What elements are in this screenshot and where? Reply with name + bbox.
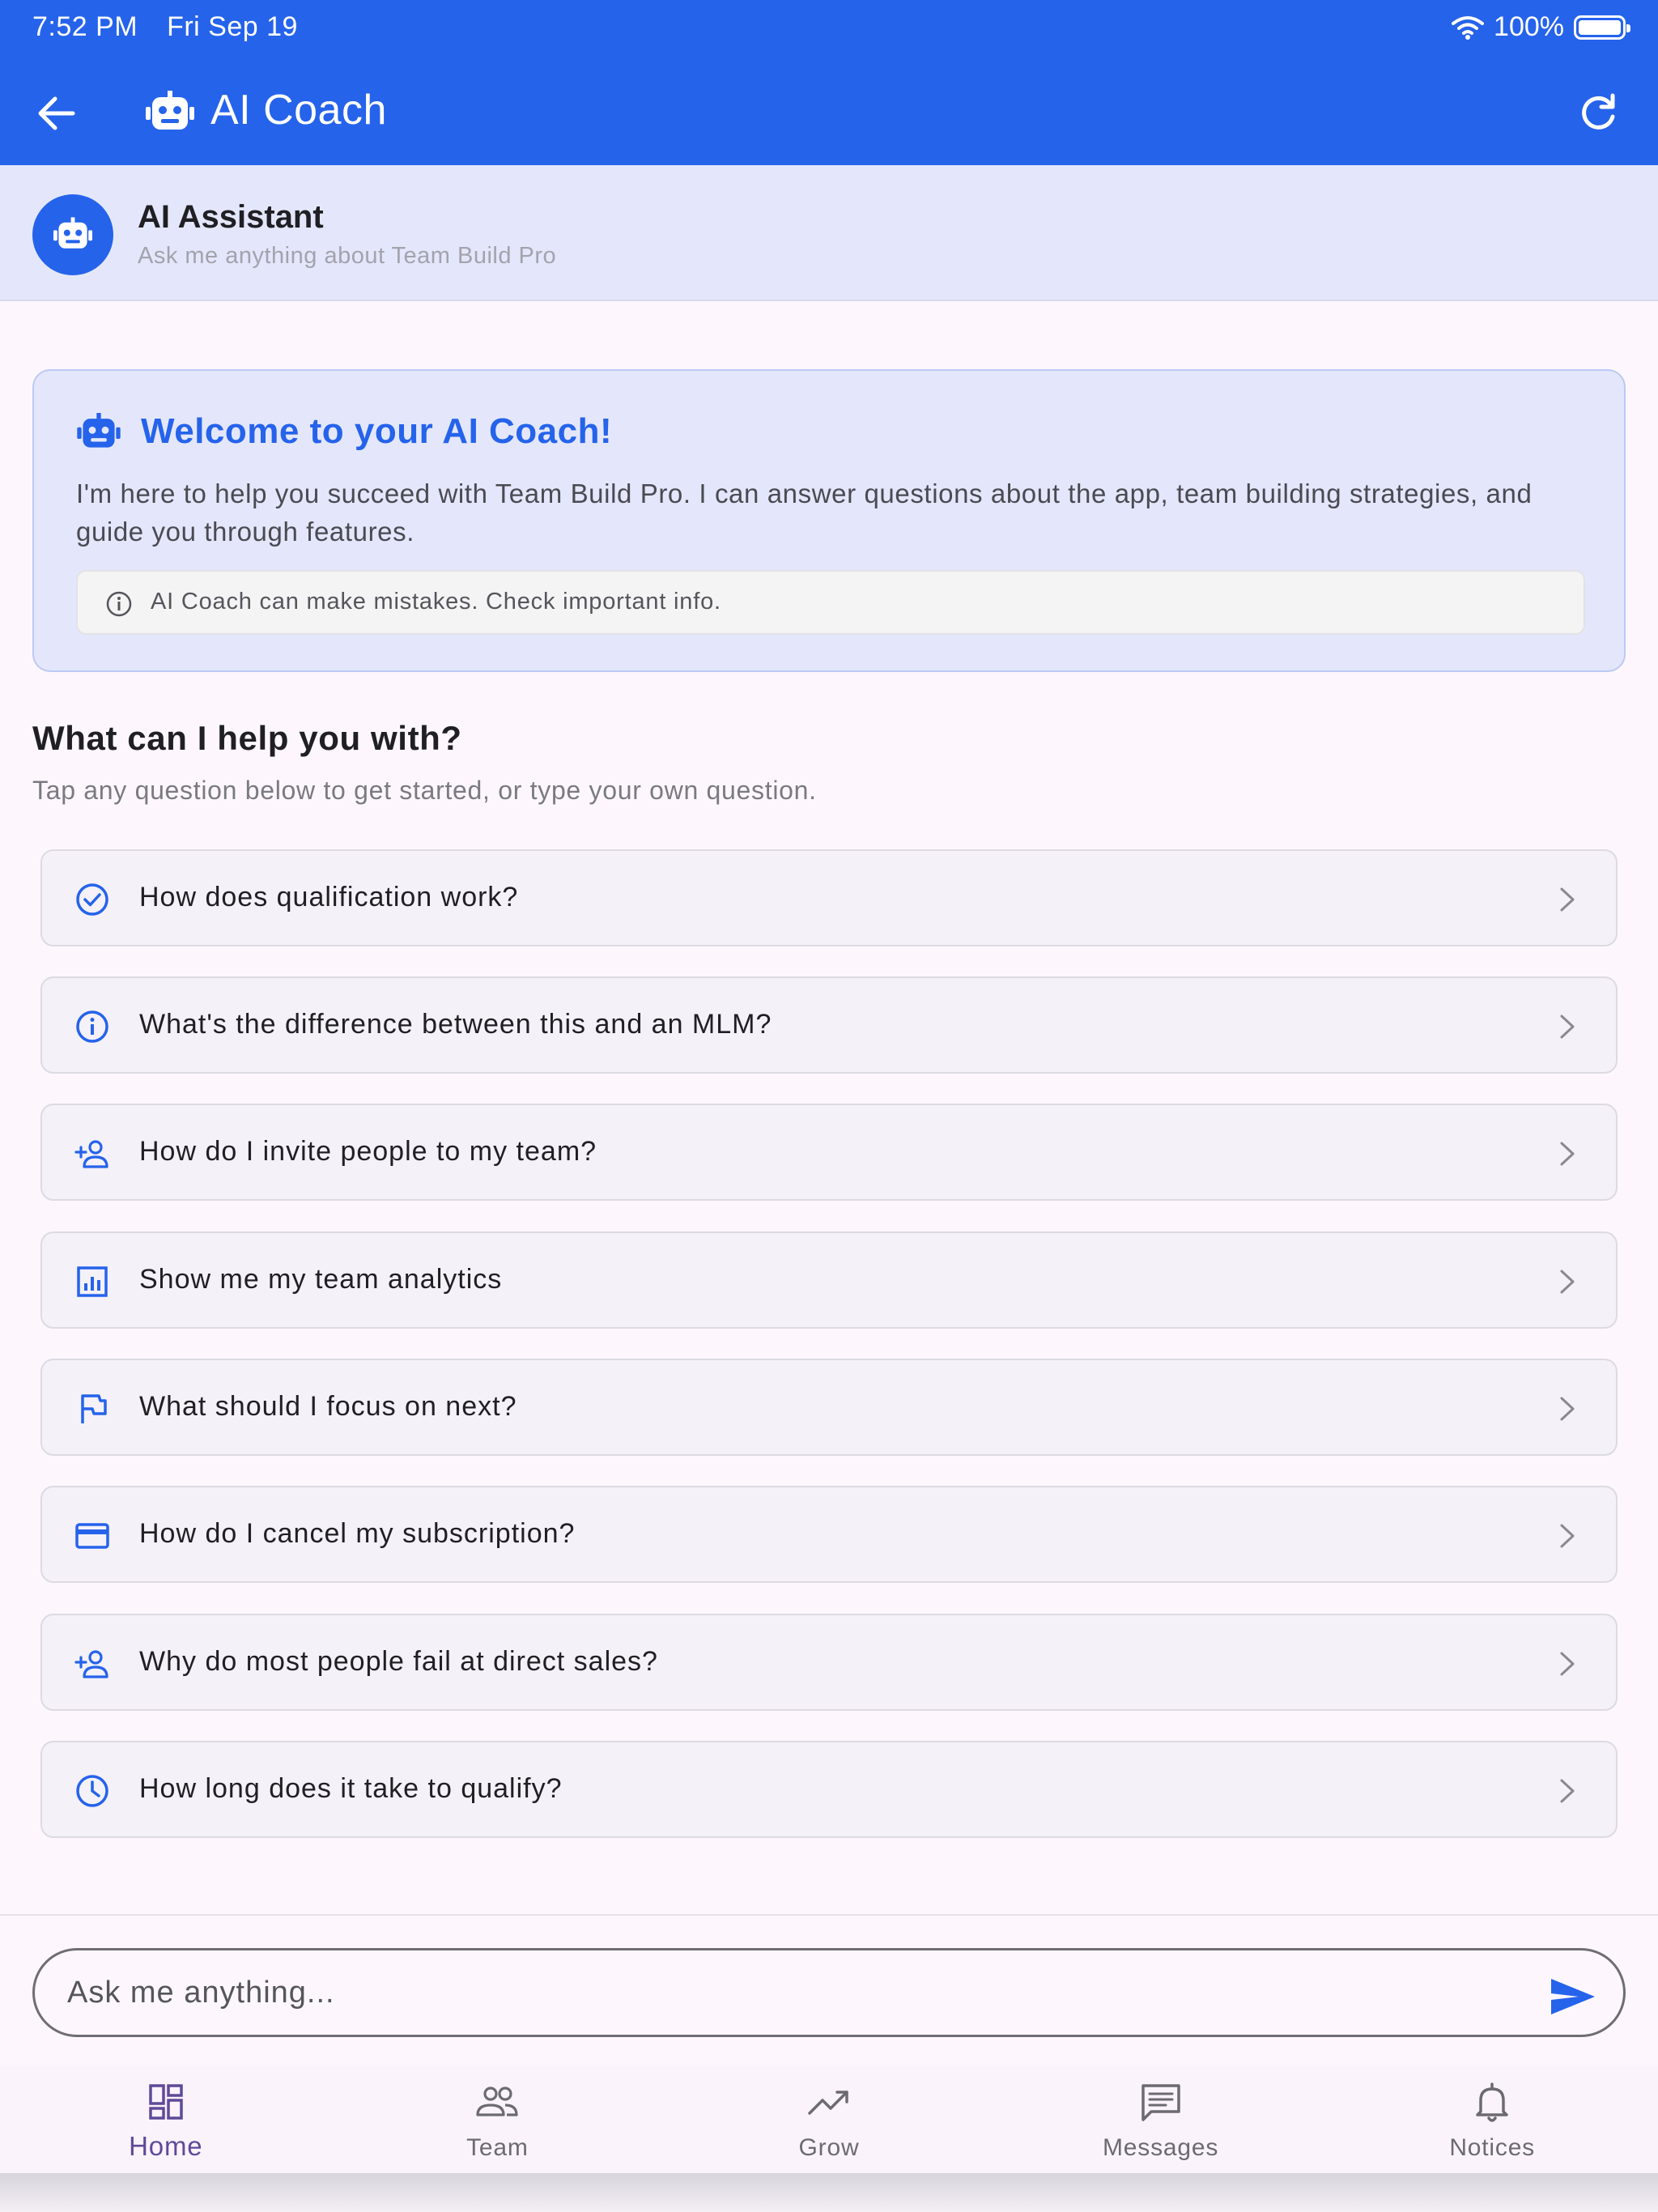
question-label: What should I focus on next? <box>139 1391 517 1422</box>
question-card[interactable]: Show me my team analytics <box>40 1231 1618 1329</box>
bottom-navigation: Home Team Grow Messages Notices <box>0 2065 1658 2173</box>
question-card[interactable]: What should I focus on next? <box>40 1359 1618 1456</box>
chevron-right-icon <box>1560 1652 1575 1676</box>
nav-label: Team <box>466 2134 529 2161</box>
chevron-right-icon <box>1560 1270 1575 1294</box>
chat-input-area <box>0 1914 1658 2065</box>
wifi-icon <box>1452 15 1485 40</box>
page-title: AI Coach <box>210 87 387 134</box>
assistant-subtitle: Ask me anything about Team Build Pro <box>138 243 557 269</box>
nav-label: Home <box>129 2131 203 2161</box>
nav-item-messages[interactable]: Messages <box>995 2065 1327 2173</box>
chevron-right-icon <box>1560 1142 1575 1166</box>
assistant-name: AI Assistant <box>138 199 324 235</box>
people-icon <box>476 2087 518 2116</box>
chevron-right-icon <box>1560 887 1575 912</box>
analytics-icon <box>77 1266 108 1297</box>
nav-item-home[interactable]: Home <box>0 2065 332 2173</box>
question-card[interactable]: How does qualification work? <box>40 849 1618 946</box>
question-label: What's the difference between this and a… <box>139 1009 772 1040</box>
chevron-right-icon <box>1560 1397 1575 1421</box>
chevron-right-icon <box>1560 1779 1575 1803</box>
home-indicator-area <box>0 2173 1658 2212</box>
status-bar-right: 100% <box>1452 11 1630 43</box>
back-arrow-icon[interactable] <box>32 91 81 136</box>
app-bar: 7:52 PM Fri Sep 19 100% AI Coach <box>0 0 1658 165</box>
chevron-right-icon <box>1560 1015 1575 1039</box>
nav-label: Grow <box>798 2134 860 2161</box>
robot-icon <box>77 413 121 448</box>
question-label: How do I invite people to my team? <box>139 1136 597 1167</box>
person-add-icon <box>74 1140 108 1168</box>
robot-icon <box>53 217 92 249</box>
check-circle-icon <box>76 883 108 916</box>
question-card[interactable]: How long does it take to qualify? <box>40 1741 1618 1838</box>
nav-item-team[interactable]: Team <box>332 2065 664 2173</box>
question-card[interactable]: Why do most people fail at direct sales? <box>40 1614 1618 1711</box>
robot-icon <box>146 91 194 130</box>
nav-label: Notices <box>1449 2134 1535 2161</box>
question-card[interactable]: How do I invite people to my team? <box>40 1104 1618 1201</box>
person-add-icon <box>74 1650 108 1678</box>
chat-input[interactable] <box>32 1948 1626 2037</box>
help-subtitle: Tap any question below to get started, o… <box>32 776 817 805</box>
message-icon <box>1141 2084 1180 2121</box>
welcome-title: Welcome to your AI Coach! <box>141 411 613 451</box>
info-icon <box>76 1010 108 1043</box>
nav-label: Messages <box>1103 2134 1219 2161</box>
status-date: Fri Sep 19 <box>167 11 298 42</box>
clock-icon <box>76 1775 108 1807</box>
status-time: 7:52 PM <box>32 11 138 42</box>
question-label: How does qualification work? <box>139 882 519 912</box>
question-card[interactable]: How do I cancel my subscription? <box>40 1486 1618 1583</box>
nav-item-grow[interactable]: Grow <box>663 2065 995 2173</box>
disclaimer-text: AI Coach can make mistakes. Check import… <box>151 589 721 615</box>
info-icon <box>106 591 132 617</box>
assistant-header: AI Assistant Ask me anything about Team … <box>0 165 1658 301</box>
battery-icon <box>1574 15 1630 40</box>
dashboard-icon <box>149 2084 183 2120</box>
battery-percent: 100% <box>1494 11 1564 42</box>
question-label: How do I cancel my subscription? <box>139 1518 576 1549</box>
question-label: How long does it take to qualify? <box>139 1773 563 1804</box>
credit-card-icon <box>75 1523 109 1549</box>
welcome-card: Welcome to your AI Coach! I'm here to he… <box>32 369 1626 672</box>
send-icon[interactable] <box>1548 1976 1596 2018</box>
nav-item-notices[interactable]: Notices <box>1326 2065 1658 2173</box>
question-label: Show me my team analytics <box>139 1264 503 1295</box>
disclaimer-banner: AI Coach can make mistakes. Check import… <box>76 570 1585 635</box>
question-label: Why do most people fail at direct sales? <box>139 1646 658 1677</box>
status-bar-left: 7:52 PM Fri Sep 19 <box>32 11 319 43</box>
chevron-right-icon <box>1560 1524 1575 1548</box>
trending-up-icon <box>808 2091 848 2115</box>
welcome-text: I'm here to help you succeed with Team B… <box>76 479 1533 547</box>
bell-icon <box>1476 2082 1508 2122</box>
help-title: What can I help you with? <box>32 719 462 757</box>
refresh-icon[interactable] <box>1575 91 1621 136</box>
question-card[interactable]: What's the difference between this and a… <box>40 976 1618 1074</box>
flag-icon <box>81 1394 107 1423</box>
avatar <box>32 194 113 275</box>
